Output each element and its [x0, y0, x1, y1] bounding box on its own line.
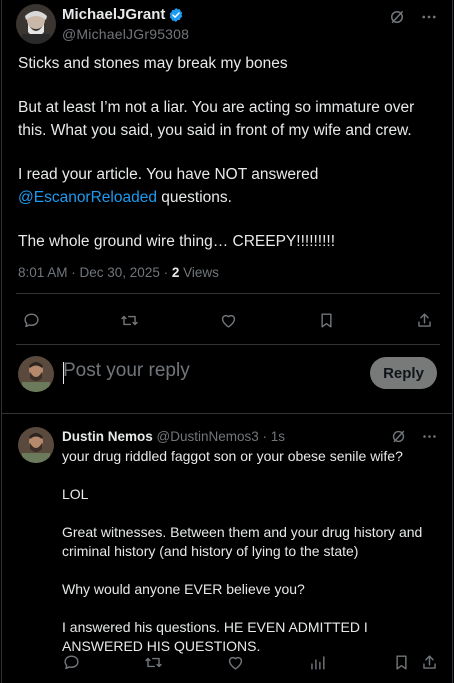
reply-header: Dustin Nemos @DustinNemos3 · 1s: [62, 429, 285, 444]
author-display-name[interactable]: MichaelJGrant: [62, 6, 184, 23]
tweet-top-actions: [388, 8, 438, 26]
grok-icon[interactable]: [390, 428, 407, 445]
share-icon[interactable]: [415, 311, 434, 330]
more-icon[interactable]: [420, 8, 438, 26]
reply-button[interactable]: Reply: [370, 357, 437, 389]
tweet-action-bar: [22, 311, 434, 330]
reply-tweet-text: your drug riddled faggot son or your obe…: [62, 447, 440, 675]
tweet-paragraph: But at least I’m not a liar. You are act…: [18, 99, 415, 139]
divider: [2, 413, 452, 414]
reply-avatar[interactable]: [18, 427, 54, 463]
divider: [16, 344, 440, 345]
reply-icon[interactable]: [22, 311, 41, 330]
reply-paragraph: Great witnesses. Between them and your d…: [62, 524, 423, 559]
retweet-icon[interactable]: [144, 653, 163, 672]
views-label: Views: [179, 265, 219, 280]
tweet-paragraph: I read your article. You have NOT answer…: [18, 163, 438, 209]
reply-icon[interactable]: [62, 653, 81, 672]
composer-avatar[interactable]: [18, 356, 54, 392]
more-icon[interactable]: [421, 428, 438, 445]
display-name-text[interactable]: MichaelJGrant: [62, 6, 165, 23]
tweet-paragraph: The whole ground wire thing… CREEPY!!!!!…: [18, 233, 336, 250]
avatar[interactable]: [16, 4, 56, 44]
paragraph-text: I read your article. You have NOT answer…: [18, 166, 319, 183]
analytics-icon[interactable]: [308, 653, 327, 672]
bookmark-icon[interactable]: [317, 311, 336, 330]
divider: [16, 293, 440, 294]
timestamp[interactable]: 8:01 AM · Dec 30, 2025 ·: [18, 265, 172, 280]
frame-border-right: [452, 0, 453, 683]
share-icon[interactable]: [420, 653, 439, 672]
like-icon[interactable]: [219, 311, 238, 330]
reply-handle-time[interactable]: @DustinNemos3 · 1s: [153, 429, 286, 444]
main-tweet-header: MichaelJGrant @MichaelJGr95308: [16, 4, 440, 44]
tweet-meta: 8:01 AM · Dec 30, 2025 · 2 Views: [18, 265, 219, 280]
reply-display-name[interactable]: Dustin Nemos: [62, 429, 153, 444]
mention-link[interactable]: @EscanorReloaded: [18, 189, 157, 206]
reply-action-bar: [62, 653, 440, 673]
frame-border-left: [1, 0, 2, 683]
tweet-paragraph: Sticks and stones may break my bones: [18, 55, 288, 72]
main-tweet-text: Sticks and stones may break my bones But…: [18, 52, 438, 274]
bookmark-icon[interactable]: [392, 653, 411, 672]
like-icon[interactable]: [226, 653, 245, 672]
reply-paragraph: your drug riddled faggot son or your obe…: [62, 448, 403, 464]
reply-paragraph: I answered his questions. HE EVEN ADMITT…: [62, 619, 368, 654]
retweet-icon[interactable]: [120, 311, 139, 330]
reply-paragraph: Why would anyone EVER believe you?: [62, 581, 305, 597]
paragraph-tail: questions.: [156, 189, 232, 206]
verified-badge-icon: [168, 7, 184, 23]
reply-input[interactable]: Post your reply: [63, 360, 190, 382]
reply-paragraph: LOL: [62, 486, 89, 502]
reply-top-actions: [390, 428, 438, 445]
author-handle[interactable]: @MichaelJGr95308: [62, 26, 189, 42]
grok-icon[interactable]: [388, 8, 406, 26]
author-names: MichaelJGrant @MichaelJGr95308: [62, 6, 189, 42]
